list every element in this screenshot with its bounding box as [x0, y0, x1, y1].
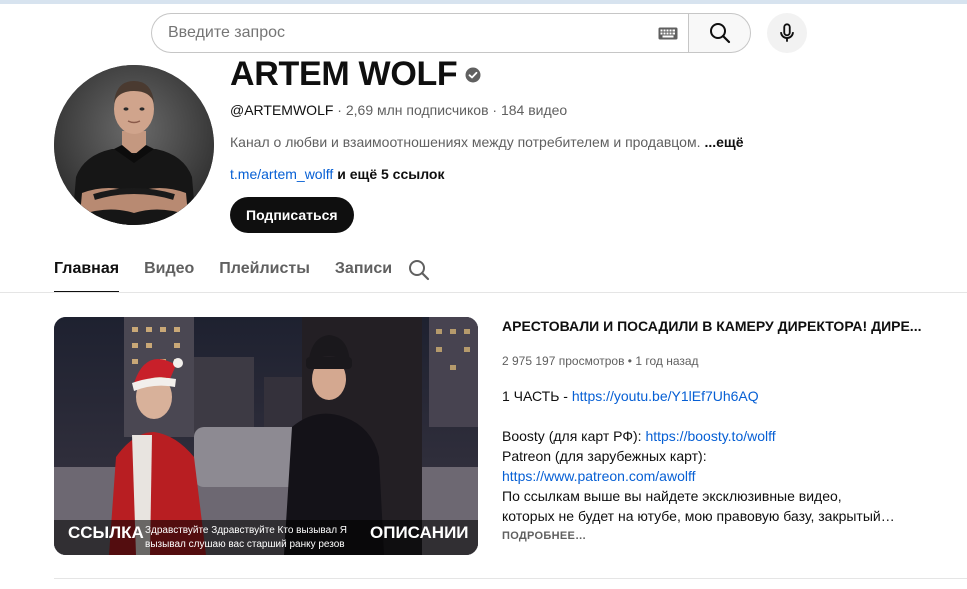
desc-line: которых не будет на ютубе, мою правовую … [502, 508, 895, 524]
desc-line: По ссылкам выше вы найдете эксклюзивные … [502, 488, 842, 504]
channel-links: t.me/artem_wolff и ещё 5 ссылок [230, 166, 444, 182]
desc-link-patreon[interactable]: https://www.patreon.com/awolff [502, 468, 696, 484]
featured-video-thumbnail[interactable]: ССЫЛКА Здравствуйте Здравствуйте Кто выз… [54, 317, 478, 555]
desc-link-boosty[interactable]: https://boosty.to/wolff [645, 428, 775, 444]
tab-playlists[interactable]: Плейлисты [219, 255, 310, 293]
upload-age: 1 год назад [635, 354, 699, 368]
stats-separator: • [624, 354, 636, 368]
channel-handle: @ARTEMWOLF [230, 102, 334, 118]
thumbnail-caption-left: ССЫЛКА [68, 523, 144, 542]
channel-name-text: ARTEM WOLF [230, 55, 458, 93]
thumbnail-caption-right: ОПИСАНИИ [370, 523, 469, 542]
featured-video-title[interactable]: АРЕСТОВАЛИ И ПОСАДИЛИ В КАМЕРУ ДИРЕКТОРА… [502, 318, 922, 334]
desc-line: Boosty (для карт РФ): https://boosty.to/… [502, 426, 912, 446]
read-more-button[interactable]: ПОДРОБНЕЕ… [502, 530, 586, 542]
tab-home[interactable]: Главная [54, 255, 120, 293]
search-button[interactable] [688, 13, 751, 53]
desc-link-part1[interactable]: https://youtu.be/Y1lEf7Uh6AQ [572, 388, 759, 404]
subscribe-button[interactable]: Подписаться [230, 197, 354, 233]
section-divider [54, 578, 967, 579]
mic-icon [780, 23, 794, 42]
tabs-divider [0, 292, 967, 293]
video-count: 184 видео [500, 102, 568, 118]
search-input[interactable] [152, 14, 632, 52]
voice-search-button[interactable] [767, 13, 807, 53]
subscriber-count: 2,69 млн подписчиков [345, 102, 489, 118]
description-more-link[interactable]: ...ещё [704, 134, 743, 150]
desc-line: 1 ЧАСТЬ - https://youtu.be/Y1lEf7Uh6AQ [502, 386, 912, 406]
desc-blank-line [502, 406, 912, 426]
keyboard-icon[interactable] [658, 27, 678, 40]
tab-videos[interactable]: Видео [144, 255, 194, 293]
view-count: 2 975 197 просмотров [502, 354, 625, 368]
search-icon [709, 23, 730, 44]
tab-search-icon[interactable] [407, 258, 431, 282]
channel-avatar[interactable] [54, 65, 214, 225]
channel-description[interactable]: Канал о любви и взаимоотношениях между п… [230, 134, 744, 150]
tab-posts[interactable]: Записи [335, 255, 392, 293]
more-links-button[interactable]: и ещё 5 ссылок [337, 166, 444, 182]
channel-link-telegram[interactable]: t.me/artem_wolff [230, 166, 333, 182]
meta-separator: · [488, 102, 501, 118]
channel-tabs: Главная Видео Плейлисты Записи [54, 255, 417, 293]
channel-description-text: Канал о любви и взаимоотношениях между п… [230, 134, 701, 150]
featured-video-description: 1 ЧАСТЬ - https://youtu.be/Y1lEf7Uh6AQ B… [502, 386, 912, 526]
desc-text: Boosty (для карт РФ): [502, 428, 646, 444]
thumbnail-caption-subtitle: Здравствуйте Здравствуйте Кто вызывал Я … [145, 525, 348, 550]
channel-meta: @ARTEMWOLF · 2,69 млн подписчиков · 184 … [230, 102, 567, 118]
verified-check-icon [465, 67, 481, 82]
featured-video-stats: 2 975 197 просмотров • 1 год назад [502, 354, 699, 368]
meta-separator: · [333, 102, 346, 118]
desc-line: https://www.patreon.com/awolff [502, 466, 912, 486]
desc-text: 1 ЧАСТЬ - [502, 388, 572, 404]
channel-title: ARTEM WOLF [230, 55, 481, 94]
search-box[interactable] [151, 13, 688, 53]
avatar-portrait-image [54, 65, 214, 225]
desc-line: Patreon (для зарубежных карт): [502, 448, 707, 464]
top-strip [0, 0, 967, 4]
